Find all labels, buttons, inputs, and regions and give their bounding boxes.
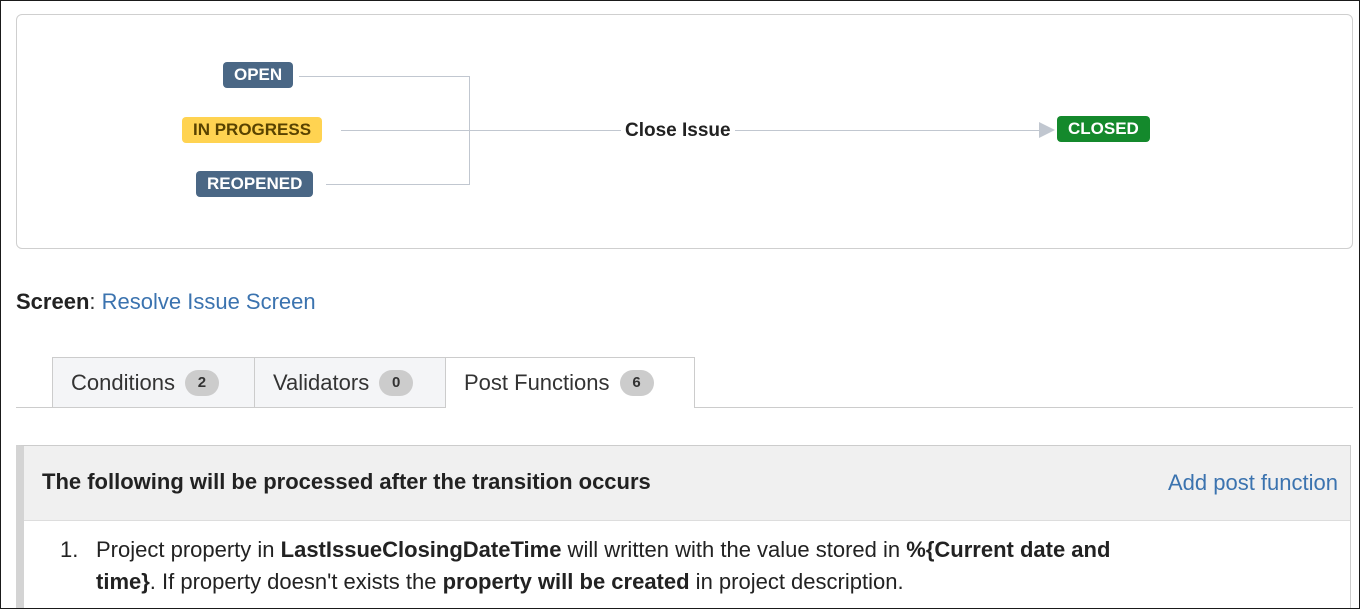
screen-link[interactable]: Resolve Issue Screen	[102, 289, 316, 314]
status-open: OPEN	[223, 62, 294, 88]
text-fragment: in project description.	[689, 569, 904, 594]
add-post-function-link[interactable]: Add post function	[1168, 470, 1338, 496]
property-name: LastIssueClosingDateTime	[280, 537, 562, 562]
tab-conditions[interactable]: Conditions 2	[52, 357, 255, 407]
status-closed: CLOSED	[1057, 116, 1150, 142]
workflow-diagram: OPEN IN PROGRESS REOPENED Close Issue CL…	[16, 14, 1353, 249]
screen-row: Screen: Resolve Issue Screen	[16, 289, 316, 315]
screen-separator: :	[89, 289, 96, 314]
text-fragment: will written with the value stored in	[561, 537, 907, 562]
page-frame: OPEN IN PROGRESS REOPENED Close Issue CL…	[0, 0, 1360, 609]
arrow-icon	[1039, 122, 1055, 138]
transition-name: Close Issue	[621, 119, 735, 143]
list-item-number: 1.	[60, 537, 79, 562]
list-item: 1. Project property in LastIssueClosingD…	[42, 534, 1176, 598]
list-item-text: Project property in LastIssueClosingDate…	[96, 534, 1176, 598]
status-reopened: REOPENED	[196, 171, 314, 197]
tab-conditions-label: Conditions	[71, 369, 175, 395]
panel-title: The following will be processed after th…	[42, 469, 651, 494]
screen-label: Screen	[16, 289, 90, 314]
tab-post-functions-label: Post Functions	[464, 370, 610, 395]
text-fragment: Project property in	[96, 537, 281, 562]
validators-count-badge: 0	[379, 369, 414, 396]
connector-reopened	[326, 184, 470, 185]
connector-open	[299, 76, 470, 77]
text-fragment: . If property doesn't exists the	[149, 569, 443, 594]
tab-validators[interactable]: Validators 0	[254, 357, 446, 407]
tab-post-functions[interactable]: Post Functions 6	[445, 357, 695, 408]
panel-header: The following will be processed after th…	[24, 446, 1350, 521]
post-functions-count-badge: 6	[619, 370, 654, 396]
conditions-count-badge: 2	[184, 369, 219, 396]
tab-validators-label: Validators	[273, 369, 370, 395]
post-functions-panel: The following will be processed after th…	[16, 445, 1351, 608]
status-in-progress: IN PROGRESS	[182, 117, 323, 143]
post-function-list: 1. Project property in LastIssueClosingD…	[42, 534, 1176, 598]
create-behavior: property will be created	[442, 569, 690, 594]
